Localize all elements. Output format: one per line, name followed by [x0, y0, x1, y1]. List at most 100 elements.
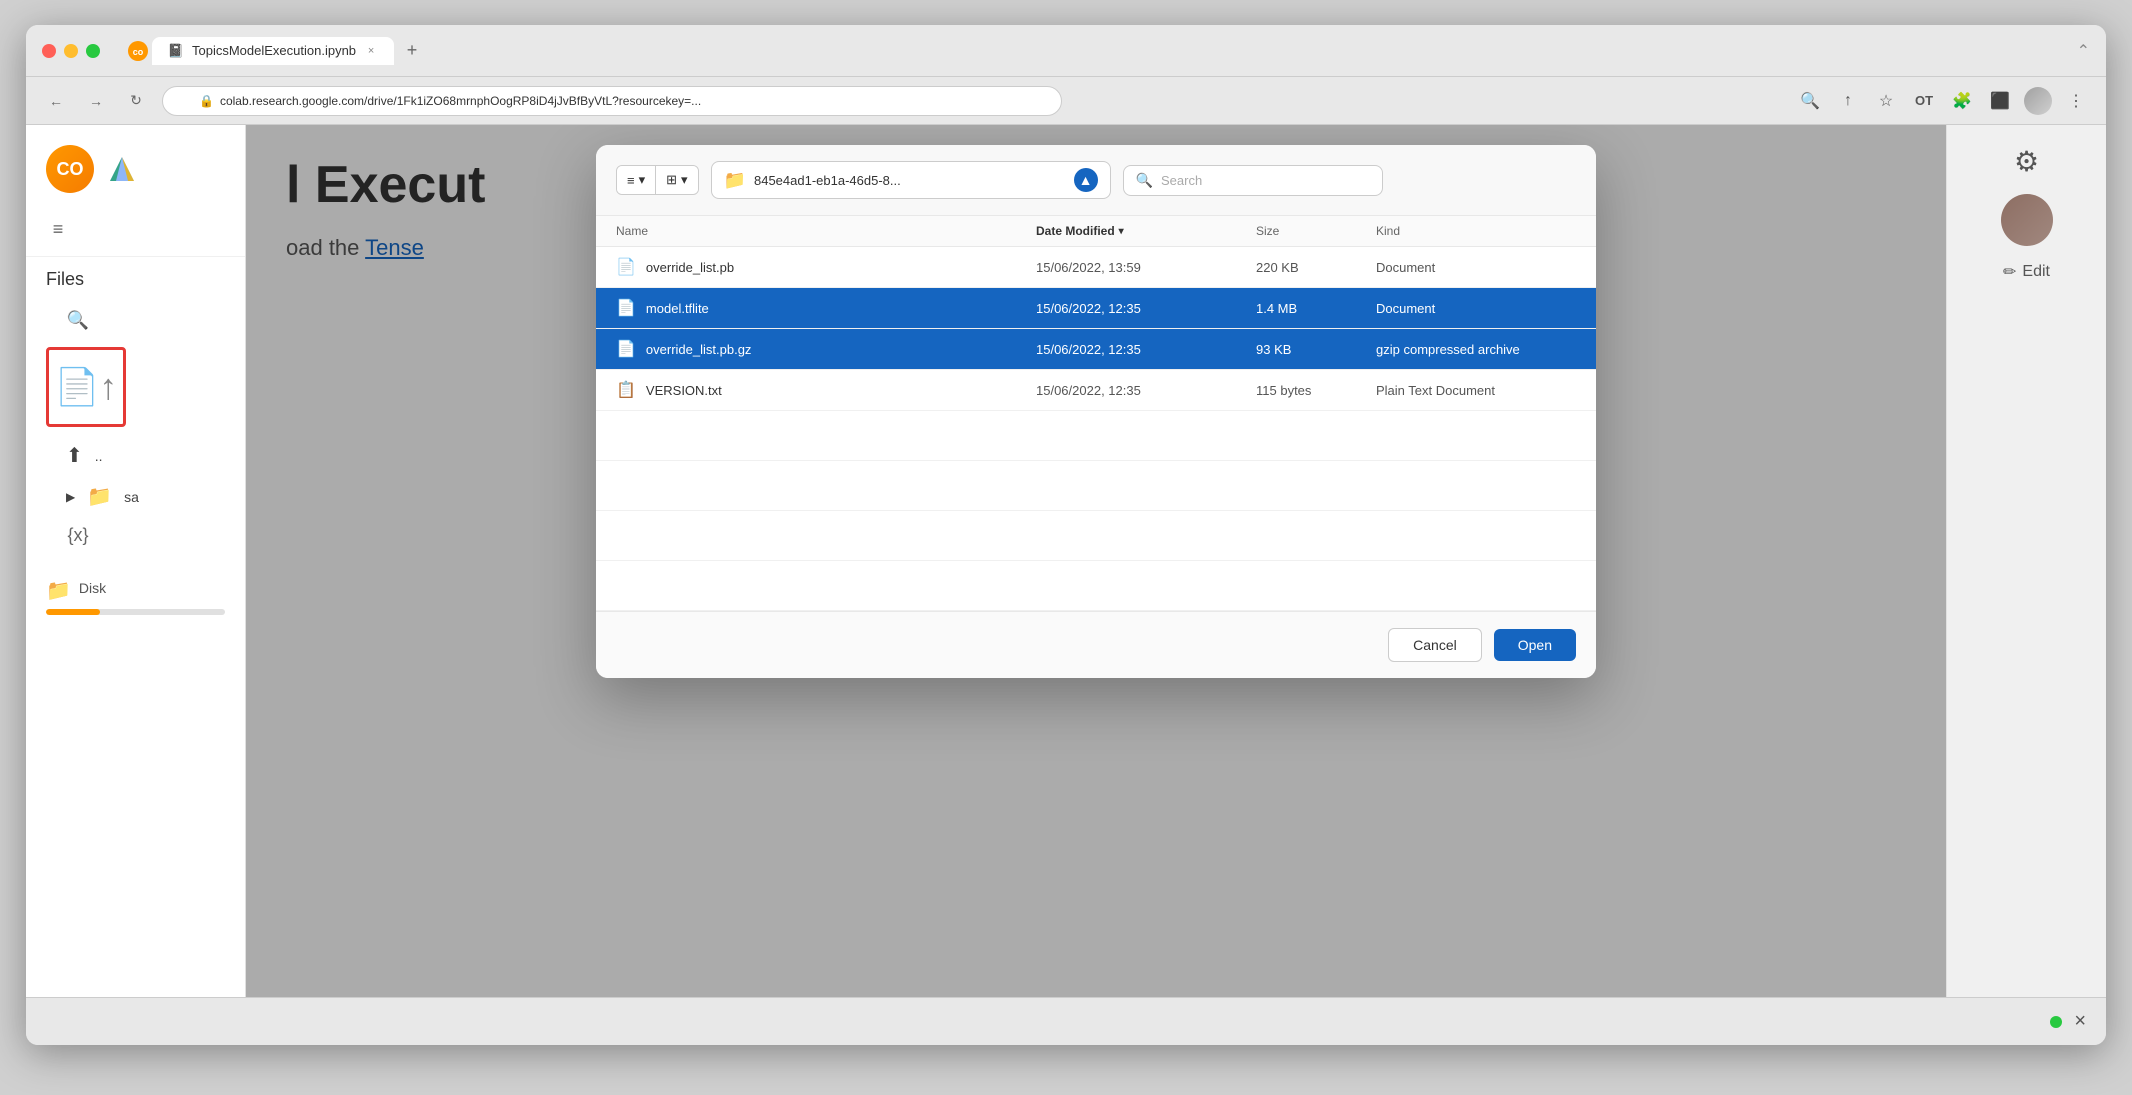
bookmark-icon[interactable]: ☆: [1872, 87, 1900, 115]
file-kind: Document: [1376, 301, 1576, 316]
dots-label: ..: [95, 448, 103, 464]
maximize-traffic-light[interactable]: [86, 44, 100, 58]
sidebar-nav: ≡: [26, 203, 245, 257]
user-profile-large[interactable]: [2001, 194, 2053, 246]
file-icon: 📄: [616, 257, 636, 277]
open-button[interactable]: Open: [1494, 629, 1576, 661]
file-date: 15/06/2022, 12:35: [1036, 301, 1256, 316]
file-name-text: override_list.pb: [646, 260, 734, 275]
bottom-close-button[interactable]: ×: [2074, 1010, 2086, 1033]
tab-notebook[interactable]: 📓 TopicsModelExecution.ipynb ×: [152, 37, 394, 65]
settings-icon[interactable]: ⚙: [2014, 145, 2039, 178]
connection-status-dot: [2050, 1016, 2062, 1028]
browser-actions: 🔍 ↑ ☆ OT 🧩 ⬛ ⋮: [1796, 87, 2090, 115]
file-icon: 📋: [616, 380, 636, 400]
colab-logo: CO: [46, 145, 94, 193]
folder-icon: 📁: [87, 484, 112, 509]
colab-logo-area: CO: [26, 125, 245, 203]
file-kind: Document: [1376, 260, 1576, 275]
address-bar: ← → ↻ 🔒 colab.research.google.com/drive/…: [26, 77, 2106, 125]
zoom-icon[interactable]: 🔍: [1796, 87, 1824, 115]
page-content: CO ≡ Files 🔍 📄: [26, 125, 2106, 997]
close-traffic-light[interactable]: [42, 44, 56, 58]
file-row-override-list-pb[interactable]: 📄 override_list.pb 15/06/2022, 13:59 220…: [596, 247, 1596, 288]
disk-section: 📁 Disk: [26, 566, 245, 627]
arrow-up-icon: ⬆: [66, 443, 83, 468]
list-icon: ≡: [627, 173, 635, 188]
file-icon: 📄: [616, 298, 636, 318]
folder-name-label: sa: [124, 489, 139, 505]
tab-close-button[interactable]: ×: [364, 44, 378, 58]
traffic-lights: [42, 44, 100, 58]
sidebar-toggle-icon[interactable]: ⬛: [1986, 87, 2014, 115]
folder-path[interactable]: 📁 845e4ad1-eb1a-46d5-8... ▲: [711, 161, 1111, 199]
sidebar-item-variables[interactable]: {x}: [46, 517, 225, 554]
bottom-bar: ×: [26, 997, 2106, 1045]
profile-avatar[interactable]: [2024, 87, 2052, 115]
grid-view-button[interactable]: ⊞ ▾: [656, 166, 697, 194]
file-name-text: override_list.pb.gz: [646, 342, 752, 357]
window-minimize-icon[interactable]: ⌃: [2077, 41, 2090, 61]
disk-usage-fill: [46, 609, 100, 615]
upload-button[interactable]: 📄↑: [46, 347, 126, 427]
sidebar-item-search[interactable]: 🔍: [46, 302, 225, 339]
list-view-button[interactable]: ≡ ▾: [617, 166, 656, 194]
tab-bar: co 📓 TopicsModelExecution.ipynb × +: [128, 37, 426, 65]
profile-text: OT: [1910, 87, 1938, 115]
folder-navigate-button[interactable]: ▲: [1074, 168, 1098, 192]
disk-label: Disk: [79, 580, 106, 596]
file-date: 15/06/2022, 12:35: [1036, 383, 1256, 398]
file-name-text: model.tflite: [646, 301, 709, 316]
file-name-cell: 📋 VERSION.txt: [616, 380, 1036, 400]
search-placeholder: Search: [1161, 173, 1202, 188]
grid-icon: ⊞: [666, 172, 677, 188]
files-section: Files 🔍 📄↑ ⬆ .. ▶ 📁 sa: [26, 257, 245, 566]
url-text: colab.research.google.com/drive/1Fk1iZO6…: [220, 94, 701, 108]
sidebar-item-folder[interactable]: ▶ 📁 sa: [46, 476, 225, 517]
column-headers: Name Date Modified ▾ Size Kind: [596, 216, 1596, 247]
file-icon: 📄: [616, 339, 636, 359]
empty-row-4: [596, 561, 1596, 611]
file-size: 220 KB: [1256, 260, 1376, 275]
tab-notebook-title: TopicsModelExecution.ipynb: [192, 43, 356, 58]
svg-text:co: co: [133, 47, 144, 57]
empty-row-1: [596, 411, 1596, 461]
files-title: Files: [46, 269, 225, 290]
refresh-button[interactable]: ↻: [122, 87, 150, 115]
empty-row-3: [596, 511, 1596, 561]
cancel-button[interactable]: Cancel: [1388, 628, 1482, 662]
file-size: 1.4 MB: [1256, 301, 1376, 316]
grid-dropdown-arrow: ▾: [681, 172, 688, 188]
search-field[interactable]: 🔍 Search: [1123, 165, 1383, 196]
extensions-icon[interactable]: 🧩: [1948, 87, 1976, 115]
title-bar: co 📓 TopicsModelExecution.ipynb × + ⌃: [26, 25, 2106, 77]
col-date-header[interactable]: Date Modified ▾: [1036, 224, 1256, 238]
empty-row-2: [596, 461, 1596, 511]
search-icon: 🔍: [1136, 172, 1153, 189]
share-icon[interactable]: ↑: [1834, 87, 1862, 115]
menu-icon: ≡: [46, 219, 70, 240]
file-size: 93 KB: [1256, 342, 1376, 357]
file-name-cell: 📄 override_list.pb: [616, 257, 1036, 277]
folder-expand-icon: ▶: [66, 490, 75, 504]
file-row-version-txt[interactable]: 📋 VERSION.txt 15/06/2022, 12:35 115 byte…: [596, 370, 1596, 411]
disk-icon: 📁: [46, 578, 71, 603]
variables-icon: {x}: [66, 525, 90, 546]
col-name-header: Name: [616, 224, 1036, 238]
file-row-override-list-gz[interactable]: 📄 override_list.pb.gz 15/06/2022, 12:35 …: [596, 329, 1596, 370]
address-input[interactable]: 🔒 colab.research.google.com/drive/1Fk1iZ…: [162, 86, 1062, 116]
forward-button[interactable]: →: [82, 87, 110, 115]
back-button[interactable]: ←: [42, 87, 70, 115]
edit-button[interactable]: ✏ Edit: [2003, 262, 2050, 282]
sidebar-item-menu[interactable]: ≡: [26, 211, 245, 248]
file-row-model-tflite[interactable]: 📄 model.tflite 15/06/2022, 12:35 1.4 MB …: [596, 288, 1596, 329]
search-icon: 🔍: [66, 310, 90, 331]
edit-icon: ✏: [2003, 262, 2016, 282]
sidebar-item-upload[interactable]: ⬆ ..: [46, 435, 225, 476]
menu-icon[interactable]: ⋮: [2062, 87, 2090, 115]
new-tab-button[interactable]: +: [398, 37, 426, 65]
minimize-traffic-light[interactable]: [64, 44, 78, 58]
folder-path-icon: 📁: [724, 170, 746, 191]
disk-usage-bar: [46, 609, 225, 615]
upload-file-icon: 📄↑: [55, 366, 118, 408]
